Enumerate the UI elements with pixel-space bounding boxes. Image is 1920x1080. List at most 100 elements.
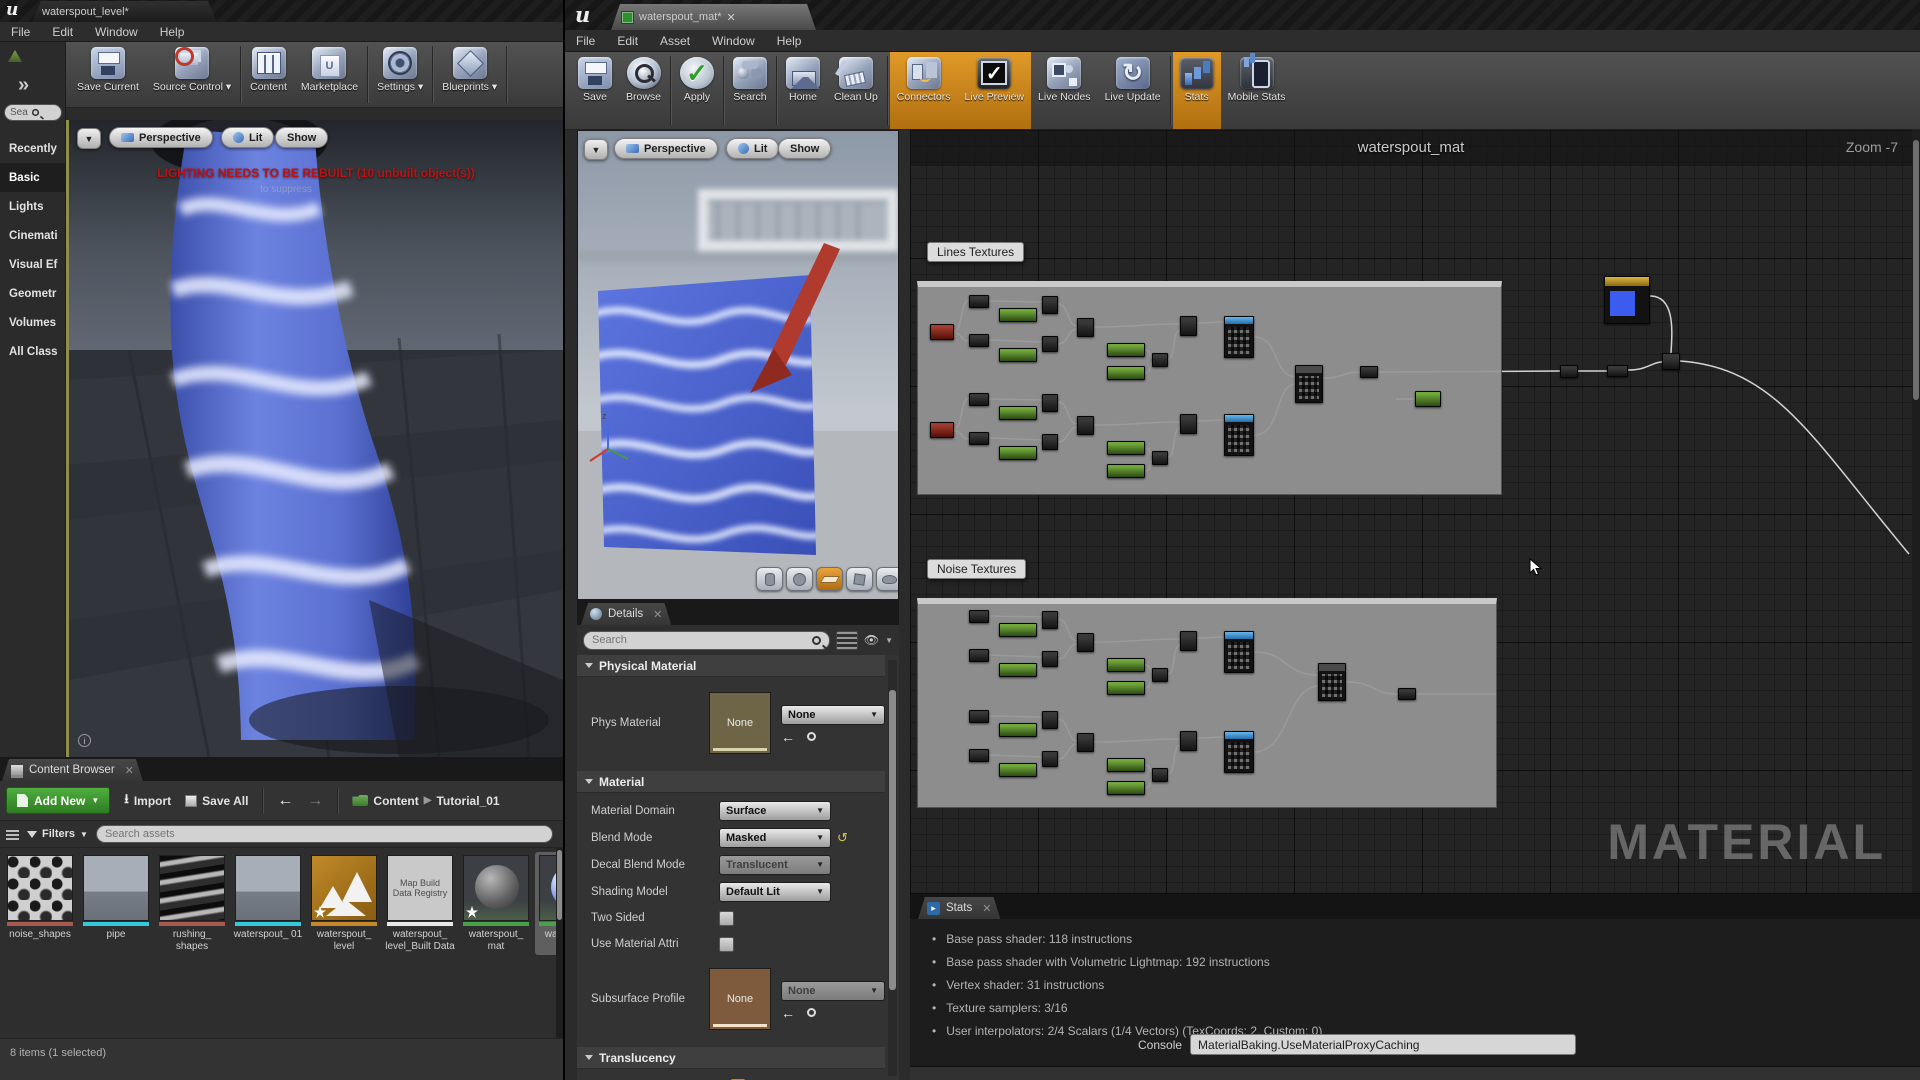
graph-node-dark[interactable] [1180,414,1197,434]
graph-node-dark[interactable] [1042,336,1058,352]
graph-node-tex[interactable] [1224,631,1254,673]
mobile-stats-button[interactable]: Mobile Stats [1221,52,1293,129]
dropdown-phys-material[interactable]: None▼ [781,705,885,725]
search-button[interactable]: Search [726,52,774,129]
graph-node-green[interactable] [1415,391,1441,407]
asset-tile-waterspout-mat-6[interactable]: waterspout_ mat [459,852,533,955]
graph-node-dark[interactable] [1077,733,1094,752]
graph-node-small[interactable] [969,749,989,762]
graph-node-green[interactable] [999,308,1037,322]
live-nodes-button[interactable]: Live Nodes [1031,52,1098,129]
graph-node-small[interactable] [969,710,989,723]
mode-item-geometr[interactable]: Geometr [0,279,65,308]
menu-file[interactable]: File [565,34,606,48]
asset-tile-noise-shapes-0[interactable]: noise_shapes [3,852,77,944]
mode-item-visual-ef[interactable]: Visual Ef [0,250,65,279]
asset-search[interactable] [96,825,553,843]
menu-edit[interactable]: Edit [41,25,84,39]
graph-node-dark[interactable] [1042,296,1058,314]
browse-button[interactable]: Browse [619,52,668,129]
forward-arrow-icon[interactable]: → [307,792,323,810]
preview-shape-sphere-button[interactable] [786,567,813,591]
display-grid-icon[interactable] [836,631,858,650]
graph-node-green[interactable] [999,723,1037,737]
blueprints-button[interactable]: Blueprints ▾ [435,42,504,107]
graph-node-small[interactable] [969,649,989,662]
graph-node-green[interactable] [1107,366,1145,380]
graph-node-small[interactable] [969,610,989,623]
preview-shape-teapot-button[interactable] [876,567,899,591]
expand-chevrons-icon[interactable]: » [18,74,29,97]
menu-file[interactable]: File [0,25,41,39]
preview-perspective-button[interactable]: Perspective [614,138,718,159]
graph-node-red[interactable] [930,324,954,340]
graph-node-dark[interactable] [1042,651,1058,667]
import-button[interactable]: ⭳ Import [124,790,171,812]
live-update-button[interactable]: Live Update [1098,52,1168,129]
close-icon[interactable]: ✕ [727,11,736,24]
use-selected-arrow-icon[interactable]: ← [781,732,795,742]
graph-node-bigtex[interactable] [1318,663,1346,701]
menu-edit[interactable]: Edit [606,34,649,48]
graph-node-small[interactable] [969,295,989,308]
home-button[interactable]: Home [779,52,827,129]
chevron-down-icon[interactable]: ▼ [885,636,893,645]
breadcrumb-current[interactable]: Tutorial_01 [436,794,499,808]
preview-show-button[interactable]: Show [778,138,831,159]
graph-node-green[interactable] [1107,758,1145,772]
graph-node-tex[interactable] [1224,316,1254,358]
stats-tab[interactable]: ▸ Stats ✕ [918,897,1000,919]
preview-shape-cylinder-button[interactable] [756,567,783,591]
save-all-button[interactable]: Save All [185,794,248,808]
stats-button[interactable]: Stats [1173,52,1221,129]
graph-node-tex[interactable] [1224,731,1254,773]
content-scrollbar[interactable] [556,848,563,1038]
graph-node-green[interactable] [1107,343,1145,357]
dropdown-subsurface-profile[interactable]: None▼ [781,981,885,1001]
graph-node-small[interactable] [969,393,989,406]
connectors-button[interactable]: Connectors [890,52,958,129]
mode-item-recently[interactable]: Recently [0,134,65,163]
graph-node-dark[interactable] [1042,611,1058,629]
live-preview-button[interactable]: Live Preview [958,52,1032,129]
graph-node-tex[interactable] [1224,414,1254,456]
details-search[interactable] [583,631,830,650]
mode-item-all-class[interactable]: All Class [0,337,65,366]
graph-node-dark[interactable] [1662,353,1680,370]
save-button[interactable]: Save [571,52,619,129]
eye-icon[interactable]: 👁 [864,633,879,647]
dropdown-blend-mode[interactable]: Masked▼ [719,828,831,848]
sources-panel-icon[interactable] [6,829,19,840]
checkbox-two-sided[interactable] [719,911,734,926]
source-control-button[interactable]: Source Control ▾ [146,42,238,107]
graph-node-green[interactable] [999,623,1037,637]
details-tab[interactable]: Details ✕ [581,603,671,625]
graph-node-small[interactable] [1607,365,1628,377]
lit-button[interactable]: Lit [221,127,274,148]
filters-button[interactable]: Filters ▼ [27,828,88,840]
preview-lit-button[interactable]: Lit [726,138,779,159]
graph-node-small[interactable] [969,334,989,347]
graph-node-dark[interactable] [1077,318,1094,337]
asset-search-input[interactable] [105,828,544,840]
mode-item-basic[interactable]: Basic [0,163,65,192]
asset-tile-waterspout-level-built-data-5[interactable]: Map Build Data Registrywaterspout_ level… [383,852,457,955]
graph-node-green[interactable] [1107,441,1145,455]
graph-node-green[interactable] [1107,781,1145,795]
graph-node-small[interactable] [969,432,989,445]
marketplace-button[interactable]: Marketplace [294,42,365,107]
graph-scrollbar[interactable] [1912,130,1920,893]
menu-asset[interactable]: Asset [649,34,701,48]
menu-help[interactable]: Help [766,34,813,48]
checkbox-use-material-attri[interactable] [719,937,734,952]
graph-node-small[interactable] [1560,365,1578,378]
save-current-button[interactable]: Save Current [70,42,146,107]
asset-tile-rushing-shapes-2[interactable]: rushing_ shapes [155,852,229,955]
details-scrollbar[interactable] [888,660,897,1076]
menu-window[interactable]: Window [701,34,766,48]
graph-node-small[interactable] [1360,366,1378,378]
preview-options-dropdown[interactable]: ▼ [584,139,608,160]
level-viewport[interactable]: ▼ Perspective Lit Show LIGHTING NEEDS TO… [66,120,563,757]
menu-help[interactable]: Help [149,25,196,39]
graph-node-dark[interactable] [1180,316,1197,336]
